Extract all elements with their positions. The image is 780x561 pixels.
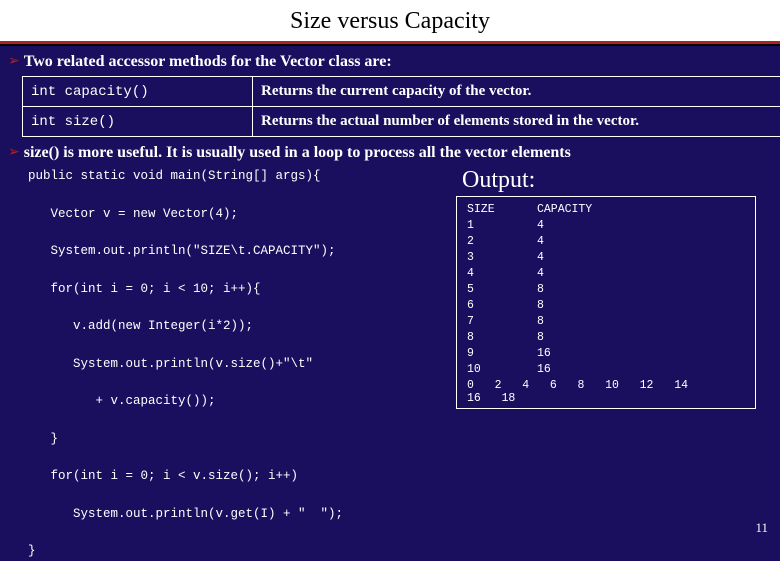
output-row: 34 (467, 249, 745, 265)
method-signature: int capacity() (23, 77, 253, 107)
method-description: Returns the current capacity of the vect… (253, 77, 780, 107)
output-row: 916 (467, 345, 745, 361)
chevron-right-icon: ➢ (8, 52, 20, 72)
code-listing: public static void main(String[] args){ … (8, 167, 448, 561)
output-row: 68 (467, 297, 745, 313)
output-row: 88 (467, 329, 745, 345)
output-label: Output: (456, 167, 756, 194)
page-number: 11 (755, 520, 768, 536)
method-description: Returns the actual number of elements st… (253, 107, 780, 137)
chevron-right-icon: ➢ (8, 143, 20, 163)
output-row: 24 (467, 233, 745, 249)
output-row: 44 (467, 265, 745, 281)
output-row: 14 (467, 217, 745, 233)
output-header: SIZE CAPACITY (467, 201, 745, 217)
table-row: int size() Returns the actual number of … (23, 107, 780, 137)
methods-table: int capacity() Returns the current capac… (22, 76, 780, 137)
output-header-capacity: CAPACITY (537, 201, 745, 217)
bullet-2-text: size() is more useful. It is usually use… (24, 143, 571, 163)
method-signature: int size() (23, 107, 253, 137)
output-row: 1016 (467, 361, 745, 377)
output-last-row: 0 2 4 6 8 10 12 14 16 18 (467, 377, 745, 406)
output-row: 78 (467, 313, 745, 329)
output-header-size: SIZE (467, 201, 537, 217)
bullet-1-text: Two related accessor methods for the Vec… (24, 52, 392, 72)
bullet-1: ➢ Two related accessor methods for the V… (8, 52, 772, 72)
table-row: int capacity() Returns the current capac… (23, 77, 780, 107)
bullet-2: ➢ size() is more useful. It is usually u… (8, 143, 772, 163)
output-box: SIZE CAPACITY 14 24 34 44 58 68 78 88 91… (456, 196, 756, 409)
slide-title: Size versus Capacity (0, 0, 780, 41)
output-row: 58 (467, 281, 745, 297)
